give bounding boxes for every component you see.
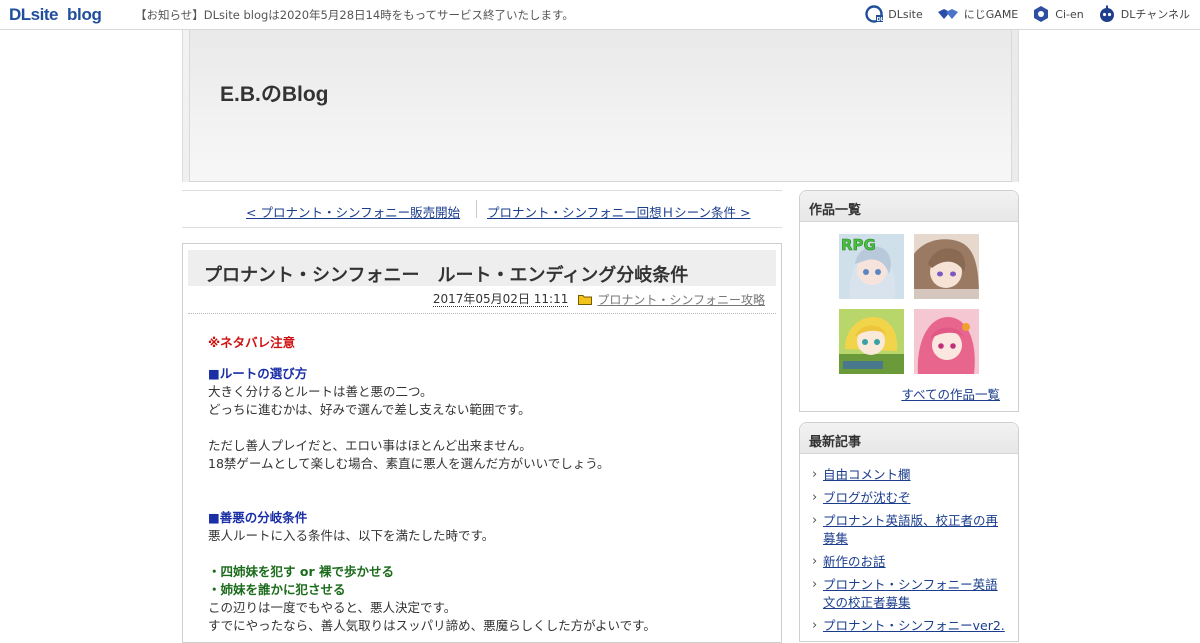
service-end-notice: 【お知らせ】DLsite blogは2020年5月28日14時をもってサービス終…	[135, 8, 574, 22]
top-links: DL DLsite にじGAME Ci-en DLチャンネル	[865, 5, 1190, 23]
post-nav-divider	[476, 200, 477, 218]
condition-item: ・四姉妹を犯す or 裸で歩かせる	[208, 564, 394, 579]
section-heading-branch: ■善悪の分岐条件	[208, 510, 308, 525]
blog-header: E.B.のBlog	[182, 30, 1019, 182]
body-line: 18禁ゲームとして楽しむ場合、素直に悪人を選んだ方がいいでしょう。	[208, 456, 610, 471]
work-thumbnail[interactable]	[914, 309, 979, 374]
recent-post-link[interactable]: プロナント英語版、校正者の再募集	[823, 513, 998, 546]
condition-item: ・姉妹を誰かに犯させる	[208, 582, 346, 597]
work-thumbnail-image	[839, 309, 904, 374]
cien-icon	[1034, 6, 1049, 22]
article-date: 2017年05月02日 11:11	[432, 292, 569, 307]
body-line: すでにやったなら、善人気取りはスッパリ諦め、悪魔らしくした方がよいです。	[208, 618, 656, 633]
dlsite-blog-logo[interactable]: DLsite blog	[9, 4, 102, 26]
prev-post-link[interactable]: < プロナント・シンフォニー販売開始	[246, 202, 460, 221]
logo-dlsite-text: DLsite	[9, 5, 58, 24]
article-body: ※ネタバレ注意 ■ルートの選び方 大きく分けるとルートは善と悪の二つ。 どっちに…	[208, 334, 768, 635]
recent-posts-box: 最新記事 自由コメント欄 ブログが沈むぞ プロナント英語版、校正者の再募集 新作…	[799, 422, 1019, 642]
article-meta: 2017年05月02日 11:11 プロナント・シンフォニー攻略	[432, 291, 765, 308]
work-thumbnail-image	[914, 234, 979, 299]
logo-blog-text: blog	[66, 5, 102, 24]
article-title: プロナント・シンフォニー ルート・エンディング分岐条件	[188, 250, 776, 286]
recent-post-link[interactable]: 新作のお話	[823, 554, 886, 569]
toplink-dlsite[interactable]: DL DLsite	[865, 5, 923, 23]
work-thumbnail-image: RPG	[839, 234, 904, 299]
toplink-cien[interactable]: Ci-en	[1032, 5, 1084, 23]
spoiler-warning: ※ネタバレ注意	[208, 335, 296, 350]
body-line: ただし善人プレイだと、エロい事はほとんど出来ません。	[208, 438, 532, 453]
toplink-label: DLチャンネル	[1120, 8, 1190, 21]
toplink-label: にじGAME	[963, 8, 1019, 21]
dlchannel-icon	[1099, 5, 1114, 22]
recent-post-link[interactable]: プロナント・シンフォニーver2.	[823, 618, 1005, 633]
svg-text:DL: DL	[877, 17, 883, 23]
global-top-bar: DLsite blog 【お知らせ】DLsite blogは2020年5月28日…	[0, 0, 1200, 30]
works-box-title: 作品一覧	[800, 191, 1018, 222]
toplink-dlchannel[interactable]: DLチャンネル	[1098, 5, 1190, 23]
recent-post-item[interactable]: プロナント・シンフォニーver2.	[812, 617, 1008, 635]
recent-post-link[interactable]: プロナント・シンフォニー英語文の校正者募集	[823, 577, 998, 610]
body-line: どっちに進むかは、好みで選んで差し支えない範囲です。	[208, 402, 531, 417]
recent-post-item[interactable]: 新作のお話	[812, 553, 1008, 571]
article-category[interactable]: プロナント・シンフォニー攻略	[578, 291, 765, 308]
meta-divider	[188, 313, 776, 314]
recent-post-item[interactable]: ブログが沈むぞ	[812, 489, 1008, 507]
work-thumbnail[interactable]: RPG	[839, 234, 904, 299]
recent-post-item[interactable]: プロナント・シンフォニー英語文の校正者募集	[812, 576, 1008, 612]
all-works-link[interactable]: すべての作品一覧	[901, 384, 1000, 403]
folder-icon	[578, 295, 593, 305]
rpg-label: RPG	[841, 236, 876, 254]
body-line: 悪人ルートに入る条件は、以下を満たした時です。	[208, 528, 495, 543]
toplink-nijigame[interactable]: にじGAME	[937, 5, 1019, 23]
recent-post-item[interactable]: 自由コメント欄	[812, 466, 1008, 484]
body-line: この辺りは一度でもやると、悪人決定です。	[208, 600, 457, 615]
works-thumbnails: RPG	[839, 234, 979, 374]
work-thumbnail[interactable]	[839, 309, 904, 374]
blog-header-panel: E.B.のBlog	[189, 30, 1012, 182]
recent-post-link[interactable]: 自由コメント欄	[823, 467, 911, 482]
blog-title[interactable]: E.B.のBlog	[220, 78, 329, 108]
recent-post-item[interactable]: プロナント英語版、校正者の再募集	[812, 512, 1008, 548]
next-post-link[interactable]: プロナント・シンフォニー回想Ｈシーン条件 >	[487, 202, 750, 221]
work-thumbnail[interactable]	[914, 234, 979, 299]
post-navigation: < プロナント・シンフォニー販売開始 プロナント・シンフォニー回想Ｈシーン条件 …	[182, 190, 782, 228]
toplink-label: Ci-en	[1055, 7, 1084, 21]
dlsite-icon: DL	[865, 5, 884, 23]
recent-posts-list: 自由コメント欄 ブログが沈むぞ プロナント英語版、校正者の再募集 新作のお話 プ…	[812, 466, 1008, 640]
body-line: 大きく分けるとルートは善と悪の二つ。	[208, 384, 433, 399]
work-thumbnail-image	[914, 309, 979, 374]
works-box: 作品一覧 RPG すべての作品一覧	[799, 190, 1019, 412]
nijigame-icon	[937, 9, 958, 19]
article-category-link[interactable]: プロナント・シンフォニー攻略	[597, 291, 765, 308]
recent-post-link[interactable]: ブログが沈むぞ	[823, 490, 911, 505]
recent-posts-title: 最新記事	[800, 423, 1018, 454]
article: プロナント・シンフォニー ルート・エンディング分岐条件 2017年05月02日 …	[182, 243, 782, 643]
section-heading-route: ■ルートの選び方	[208, 366, 308, 381]
toplink-label: DLsite	[888, 7, 923, 21]
